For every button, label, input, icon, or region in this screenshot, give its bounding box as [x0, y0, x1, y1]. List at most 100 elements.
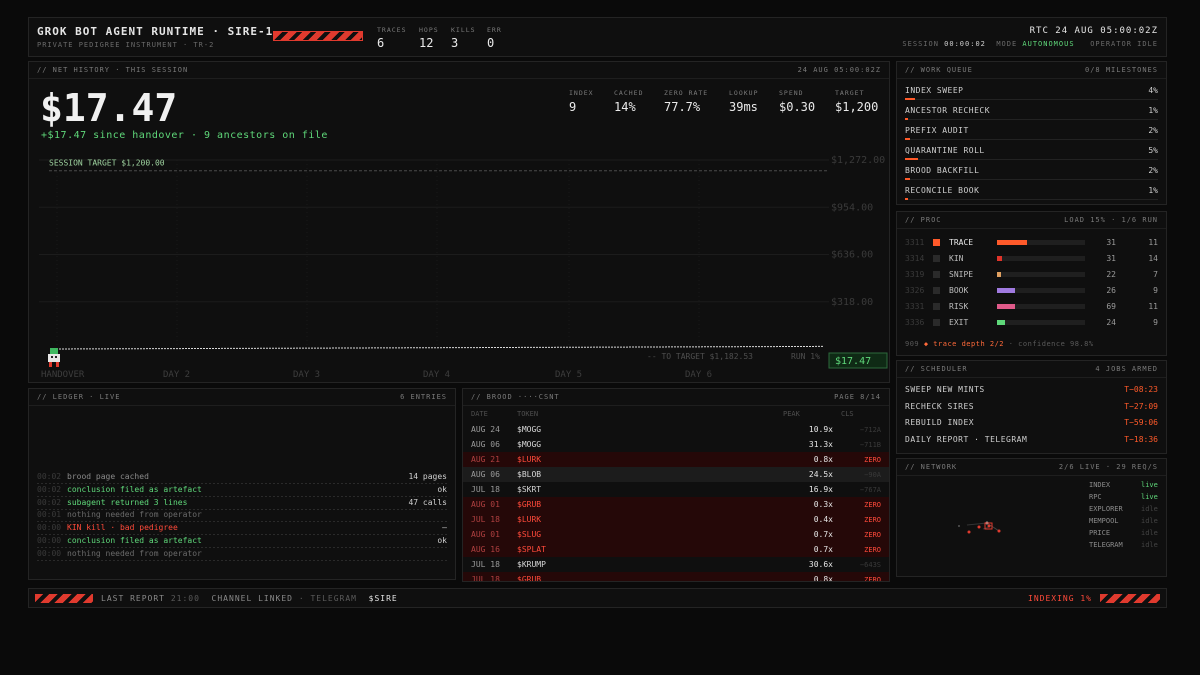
mode-value: AUTONOMOUS — [1022, 40, 1075, 48]
ledger-text: conclusion filed as artefact — [67, 484, 202, 494]
stat-err-value: 0 — [487, 36, 495, 50]
proc-name: SNIPE — [949, 270, 974, 279]
ledger-count: 6 ENTRIES — [400, 393, 447, 401]
scheduler-job-name: SWEEP NEW MINTS — [905, 385, 985, 394]
ticker: $SIRE — [368, 594, 398, 603]
proc-status-icon — [933, 255, 940, 262]
proc-bar-track — [997, 272, 1085, 277]
queue-item-progress — [905, 198, 908, 200]
proc-panel: // PROC LOAD 15% · 1/6 RUN 3311 TRACE 31 11… — [896, 211, 1167, 356]
x-axis-label: DAY 3 — [293, 370, 320, 380]
brood-date: AUG 24 — [471, 425, 500, 434]
network-node-state: live — [1141, 493, 1158, 501]
proc-bar-fill — [997, 304, 1015, 309]
proc-status-icon — [933, 271, 940, 278]
proc-footer: 909 ◆ trace depth 2/2 · confidence 98.8% — [905, 340, 1094, 348]
net-stats: INDEX 9 CACHED 14% ZERO RATE 77.7% LOOKU… — [569, 89, 884, 119]
proc-status-icon — [933, 303, 940, 310]
brood-row[interactable]: AUG 01 $SLUG 0.7x ZERO — [463, 527, 889, 542]
x-axis-label: DAY 5 — [555, 370, 582, 380]
x-axis-label: DAY 4 — [423, 370, 450, 380]
col-token: TOKEN — [517, 410, 539, 418]
ledger-entry: 00:02 subagent returned 3 lines 47 calls — [29, 497, 455, 510]
x-axis-labels: HANDOVER DAY 2 DAY 3 DAY 4 DAY 5 DAY 6 — [41, 370, 712, 380]
run-label: RUN 1% — [791, 352, 820, 361]
brood-row[interactable]: JUL 18 $KRUMP 30.6x −643S — [463, 557, 889, 572]
queue-item-line — [905, 179, 1158, 180]
net-spend-value: $0.30 — [779, 100, 816, 114]
brood-row[interactable]: JUL 18 $GRUB 0.8x ZERO — [463, 572, 889, 582]
brood-token: $MOGG — [517, 425, 542, 434]
brood-token: $MOGG — [517, 440, 542, 449]
brood-peak: 31.3x — [808, 440, 833, 449]
ledger-entry: 00:00 nothing needed from operator — [29, 548, 455, 561]
col-date: DATE — [471, 410, 488, 418]
operator-status: OPERATOR IDLE — [1090, 40, 1158, 48]
net-lookup-value: 39ms — [729, 100, 758, 114]
network-node: TELEGRAM idle — [1089, 541, 1161, 552]
proc-metric-b: 14 — [1148, 254, 1158, 263]
brood-row[interactable]: AUG 01 $GRUB 0.3x ZERO — [463, 497, 889, 512]
work-queue-panel: // WORK QUEUE 0/8 MILESTONES INDEX SWEEP… — [896, 61, 1167, 205]
brood-row[interactable]: AUG 21 $LURK 0.8x ZERO — [463, 452, 889, 467]
brood-row[interactable]: AUG 06 $BLOB 24.5x −90A — [463, 467, 889, 482]
brood-row[interactable]: JUL 18 $LURK 0.4x ZERO — [463, 512, 889, 527]
proc-pid: 3319 — [905, 270, 925, 279]
brood-token: $LURK — [517, 515, 542, 524]
network-node: PRICE idle — [1089, 529, 1161, 540]
ledger-entry: 00:00 KIN kill · bad pedigree — — [29, 522, 455, 536]
brood-cls: ZERO — [864, 501, 881, 509]
ledger-divider — [37, 559, 447, 561]
network-node-state: live — [1141, 481, 1158, 489]
brood-row[interactable]: JUL 18 $SKRT 16.9x −767A — [463, 482, 889, 497]
proc-status-icon — [933, 287, 940, 294]
network-node-name: EXPLORER — [1089, 505, 1123, 513]
y-tick-label: $636.00 — [831, 250, 873, 261]
queue-item-pct: 2% — [1148, 166, 1158, 175]
queue-item-progress — [905, 138, 911, 140]
y-tick-labels: $1,272.00 $954.00 $636.00 $318.00 — [831, 155, 885, 308]
network-graph — [958, 521, 1001, 534]
queue-item: PREFIX AUDIT 2% — [897, 124, 1166, 144]
proc-metric-a: 24 — [1106, 318, 1116, 327]
footer-report: LAST REPORT 21:00 CHANNEL LINKED · TELEG… — [101, 594, 398, 603]
brood-row[interactable]: AUG 24 $MOGG 10.9x −712A — [463, 422, 889, 437]
bot-avatar-icon — [48, 348, 60, 367]
network-node: MEMPOOL idle — [1089, 517, 1161, 528]
brood-cls: −712A — [859, 426, 881, 434]
brood-token: $LURK — [517, 455, 542, 464]
top-header: GROK BOT AGENT RUNTIME · SIRE-1 PRIVATE … — [28, 17, 1167, 57]
queue-item-pct: 5% — [1148, 146, 1158, 155]
proc-bar-fill — [997, 240, 1027, 245]
work-queue-title: // WORK QUEUE — [905, 66, 973, 74]
queue-item: RECONCILE BOOK 1% — [897, 184, 1166, 204]
y-tick-label: $318.00 — [831, 297, 873, 308]
brood-page: PAGE 8/14 — [834, 393, 881, 401]
brood-peak: 0.8x — [813, 575, 833, 582]
network-node: RPC live — [1089, 493, 1161, 504]
brood-date: AUG 06 — [471, 470, 500, 479]
y-tick-label: $954.00 — [831, 202, 873, 213]
ledger-entry: 00:01 nothing needed from operator — [29, 509, 455, 523]
brood-peak: 10.9x — [808, 425, 833, 434]
network-node-state: idle — [1141, 529, 1158, 537]
brood-header-row: DATE TOKEN PEAK CLS — [463, 407, 889, 422]
brood-cls: ZERO — [864, 546, 881, 554]
network-node-name: RPC — [1089, 493, 1102, 501]
queue-item-progress — [905, 98, 916, 100]
ledger-text: nothing needed from operator — [67, 510, 202, 520]
scheduler-job: DAILY REPORT · TELEGRAM T−18:36 — [897, 434, 1166, 449]
proc-footer-id: 909 — [905, 340, 920, 348]
proc-pid: 3326 — [905, 286, 925, 295]
brood-row[interactable]: AUG 06 $MOGG 31.3x −711B — [463, 437, 889, 452]
brood-date: AUG 01 — [471, 500, 500, 509]
queue-item-name: PREFIX AUDIT — [905, 126, 969, 135]
brood-cls: −90A — [864, 471, 881, 479]
scheduler-job-name: RECHECK SIRES — [905, 401, 975, 411]
scheduler-job-time: T−18:36 — [1124, 434, 1158, 444]
queue-item-line — [905, 199, 1158, 200]
net-target-value: $1,200 — [835, 100, 879, 114]
ledger-text: brood page cached — [67, 472, 149, 481]
brood-row[interactable]: AUG 16 $SPLAT 0.7x ZERO — [463, 542, 889, 557]
proc-bar-track — [997, 320, 1085, 325]
